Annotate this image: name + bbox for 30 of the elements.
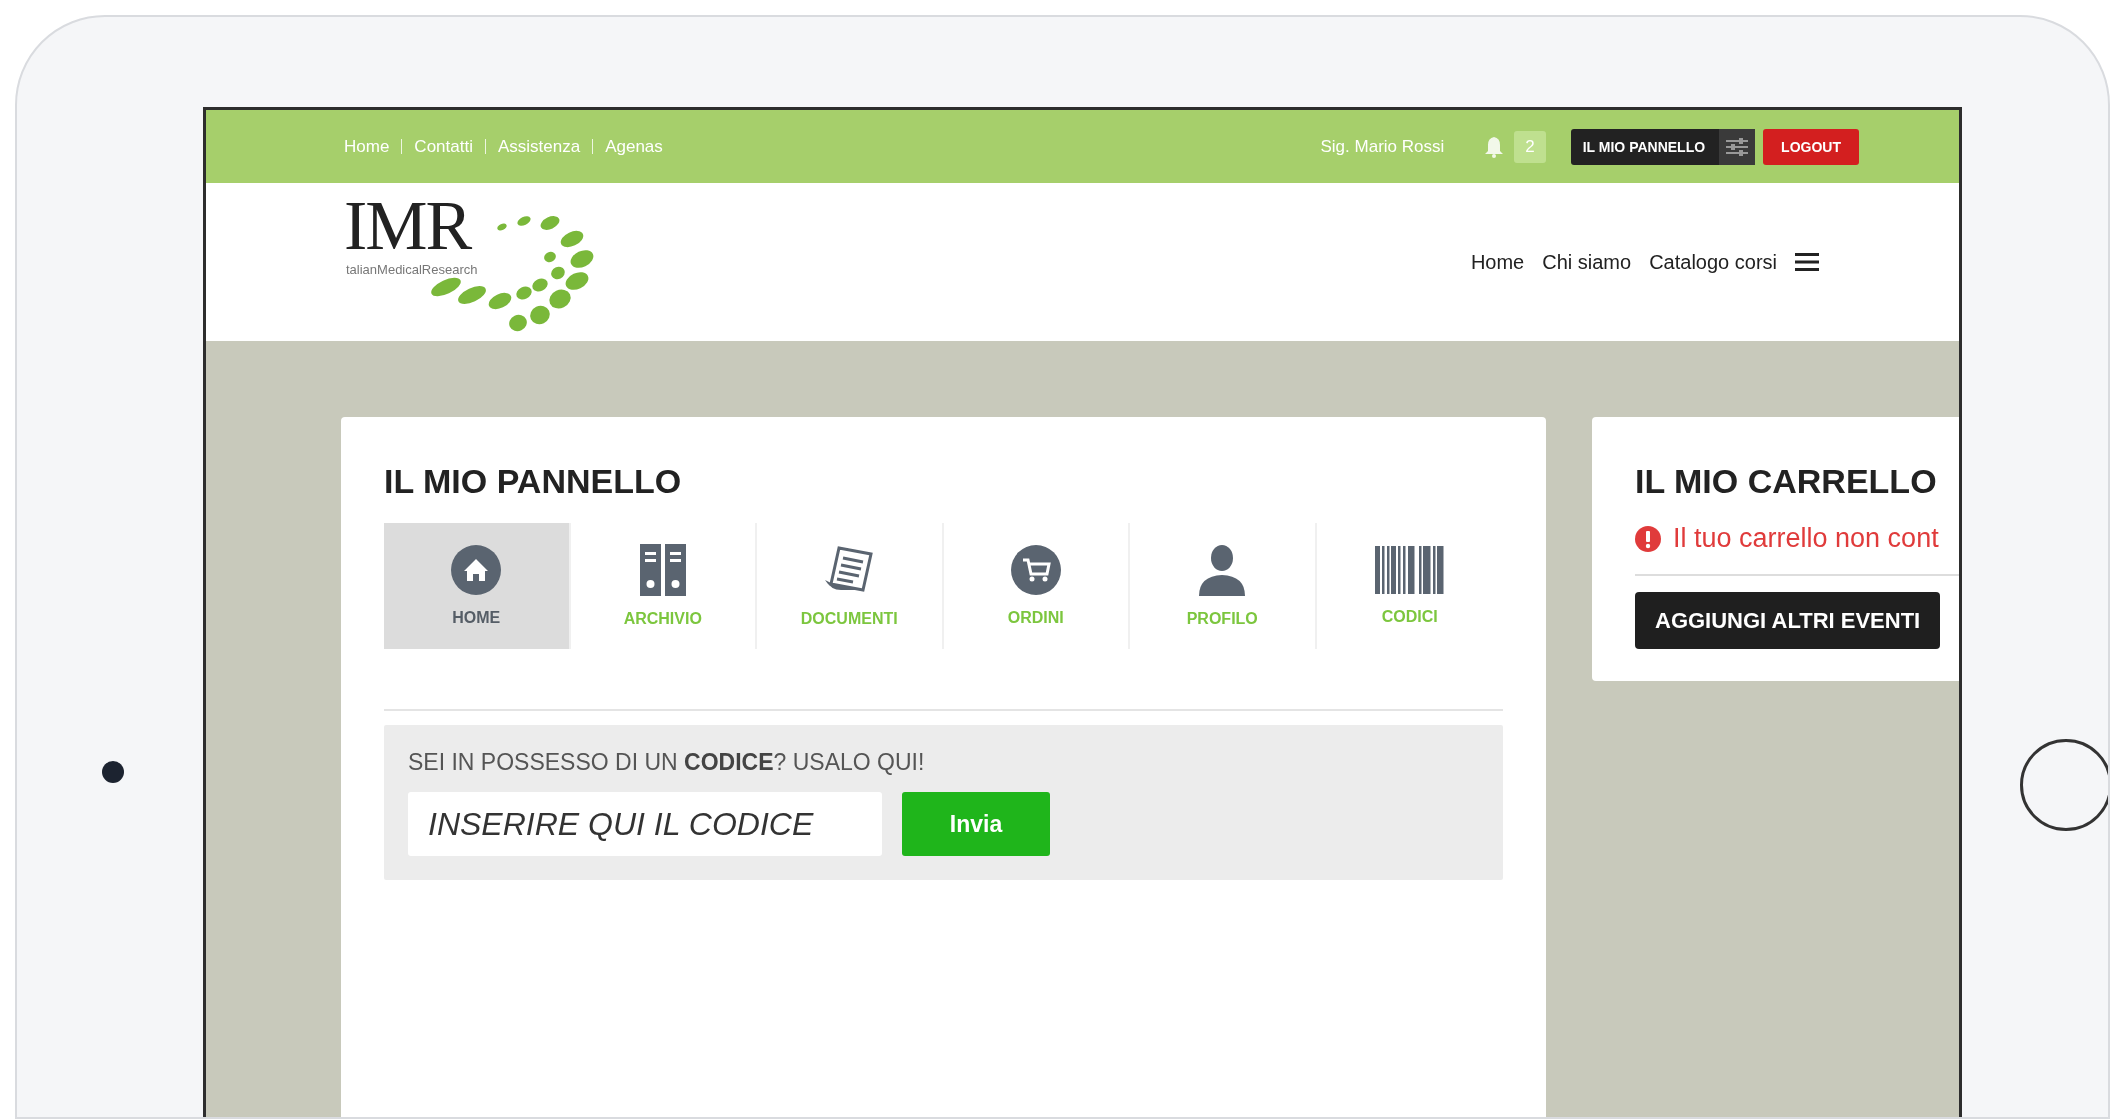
logout-button[interactable]: LOGOUT: [1763, 128, 1859, 165]
panel-title: IL MIO PANNELLO: [384, 462, 683, 501]
user-name: Sig. Mario Rossi: [1320, 136, 1445, 157]
notification-count: 2: [1514, 130, 1546, 163]
alert-icon: [1635, 525, 1661, 552]
user-icon: [1197, 544, 1248, 596]
logo-subtitle: talianMedicalResearch: [346, 263, 478, 276]
sliders-icon: [1726, 137, 1749, 156]
barcode-icon: [1374, 546, 1445, 594]
nav-link[interactable]: Chi siamo: [1542, 250, 1632, 274]
panel-tab[interactable]: HOME: [384, 523, 571, 649]
cart-empty-message: Il tuo carrello non cont: [1673, 523, 1939, 554]
logo-title: IMR: [344, 191, 471, 261]
top-link[interactable]: Contatti: [414, 136, 473, 157]
top-link[interactable]: Agenas: [605, 136, 663, 157]
nav-link[interactable]: Home: [1470, 250, 1525, 274]
nav-link[interactable]: Catalogo corsi: [1649, 250, 1777, 274]
submit-button[interactable]: Invia: [902, 792, 1050, 856]
camera-icon: [102, 761, 124, 783]
code-prompt: SEI IN POSSESSO DI UN CODICE? USALO QUI!: [408, 749, 926, 776]
add-events-button[interactable]: AGGIUNGI ALTRI EVENTI: [1635, 592, 1941, 649]
top-link[interactable]: Home: [344, 136, 390, 157]
code-input-field[interactable]: INSERIRE QUI IL CODICE: [408, 792, 882, 856]
cart-title: IL MIO CARRELLO: [1635, 462, 1938, 501]
cart-icon: [1010, 545, 1061, 595]
home-icon: [451, 545, 502, 595]
top-link[interactable]: Assistenza: [497, 136, 581, 157]
binders-icon: [639, 544, 686, 596]
menu-icon[interactable]: [1795, 252, 1819, 272]
panel-button[interactable]: IL MIO PANNELLO: [1570, 128, 1756, 165]
